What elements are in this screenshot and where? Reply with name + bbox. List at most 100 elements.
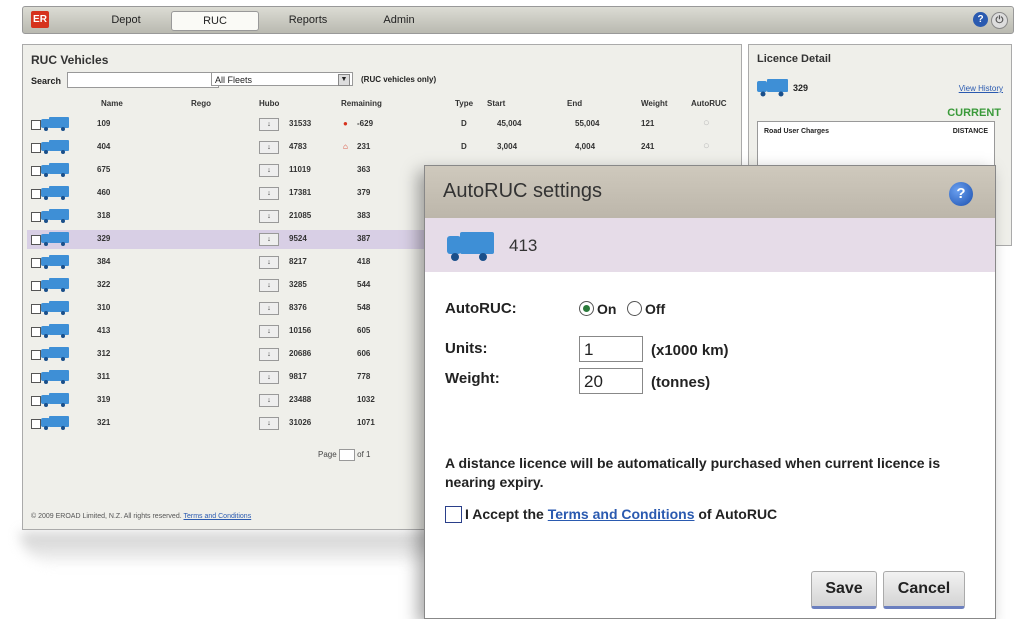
hubo-edit-button[interactable]: ↓	[259, 118, 279, 131]
table-row[interactable]: 109 ↓ 31533 ● -629 D 45,004 55,004 121 ○	[27, 115, 737, 134]
col-end[interactable]: End	[567, 99, 582, 108]
autoruc-off-label: Off	[645, 301, 666, 317]
licence-vehicle: 329	[793, 83, 809, 93]
terms-link[interactable]: Terms and Conditions	[548, 506, 695, 522]
hubo-edit-button[interactable]: ↓	[259, 394, 279, 407]
tab-admin[interactable]: Admin	[369, 11, 429, 29]
row-checkbox[interactable]	[31, 235, 41, 245]
col-name[interactable]: Name	[101, 99, 123, 108]
truck-icon	[41, 140, 69, 154]
truck-icon	[41, 163, 69, 177]
cell-name: 404	[97, 142, 111, 151]
hubo-edit-button[interactable]: ↓	[259, 325, 279, 338]
hubo-edit-button[interactable]: ↓	[259, 348, 279, 361]
weight-unit: (tonnes)	[651, 374, 711, 391]
col-hubo[interactable]: Hubo	[259, 99, 279, 108]
autoruc-label: AutoRUC:	[445, 300, 517, 317]
hubo-edit-button[interactable]: ↓	[259, 210, 279, 223]
table-row[interactable]: 404 ↓ 4783 ⌂ 231 D 3,004 4,004 241 ○	[27, 138, 737, 157]
hubo-edit-button[interactable]: ↓	[259, 417, 279, 430]
hubo-edit-button[interactable]: ↓	[259, 164, 279, 177]
cell-hubo: 31026	[289, 418, 312, 427]
row-checkbox[interactable]	[31, 212, 41, 222]
accept-terms-label: I Accept the Terms and Conditions of Aut…	[465, 506, 777, 522]
hubo-edit-button[interactable]: ↓	[259, 233, 279, 246]
tab-ruc[interactable]: RUC	[171, 11, 259, 31]
cell-name: 384	[97, 257, 111, 266]
row-checkbox[interactable]	[31, 327, 41, 337]
col-remaining[interactable]: Remaining	[341, 99, 382, 108]
filter-label: (RUC vehicles only)	[361, 75, 437, 84]
cell-hubo: 11019	[289, 165, 311, 174]
hubo-edit-button[interactable]: ↓	[259, 187, 279, 200]
col-type[interactable]: Type	[455, 99, 473, 108]
save-button[interactable]: Save	[811, 571, 877, 609]
fleet-select[interactable]: All Fleets ▼	[211, 72, 353, 86]
tab-depot[interactable]: Depot	[91, 11, 161, 29]
hubo-edit-button[interactable]: ↓	[259, 371, 279, 384]
row-checkbox[interactable]	[31, 281, 41, 291]
row-checkbox[interactable]	[31, 143, 41, 153]
tab-reports[interactable]: Reports	[273, 11, 343, 29]
accept-prefix: I Accept the	[465, 506, 548, 522]
footer: © 2009 EROAD Limited, N.Z. All rights re…	[31, 513, 251, 520]
search-label: Search	[31, 76, 62, 86]
truck-icon	[41, 324, 69, 338]
row-checkbox[interactable]	[31, 304, 41, 314]
cell-remaining: 387	[357, 234, 371, 243]
cell-name: 109	[97, 119, 111, 128]
truck-icon	[41, 117, 69, 131]
row-checkbox[interactable]	[31, 166, 41, 176]
autoruc-on-radio[interactable]	[579, 301, 594, 316]
weight-input[interactable]: 20	[579, 368, 643, 394]
top-nav-bar: ER Depot RUC Reports Admin ? ⏻	[22, 6, 1014, 34]
search-input[interactable]	[67, 72, 219, 88]
dialog-vehicle-row: 413	[425, 218, 995, 272]
hubo-edit-button[interactable]: ↓	[259, 279, 279, 292]
cell-hubo: 10156	[289, 326, 312, 335]
cell-remaining: 1032	[357, 395, 375, 404]
autoruc-status-icon: ○	[703, 117, 710, 129]
col-rego[interactable]: Rego	[191, 99, 211, 108]
col-autoruc[interactable]: AutoRUC	[691, 99, 727, 108]
row-checkbox[interactable]	[31, 120, 41, 130]
cell-hubo: 9524	[289, 234, 307, 243]
col-start[interactable]: Start	[487, 99, 505, 108]
cell-remaining: -629	[357, 119, 374, 128]
cell-hubo: 17381	[289, 188, 312, 197]
cell-remaining: 383	[357, 211, 371, 220]
cell-remaining: 548	[357, 303, 371, 312]
cancel-button[interactable]: Cancel	[883, 571, 965, 609]
truck-icon	[41, 255, 69, 269]
row-checkbox[interactable]	[31, 258, 41, 268]
cell-name: 460	[97, 188, 111, 197]
view-history-link[interactable]: View History	[959, 84, 1003, 93]
help-icon[interactable]: ?	[949, 182, 973, 206]
accept-terms-checkbox[interactable]	[445, 506, 462, 523]
weight-label: Weight:	[445, 370, 500, 387]
units-input[interactable]: 1	[579, 336, 643, 362]
power-icon[interactable]: ⏻	[991, 12, 1008, 29]
col-weight[interactable]: Weight	[641, 99, 668, 108]
hubo-edit-button[interactable]: ↓	[259, 141, 279, 154]
row-checkbox[interactable]	[31, 373, 41, 383]
cell-remaining: 379	[357, 188, 371, 197]
cell-hubo: 9817	[289, 372, 307, 381]
row-checkbox[interactable]	[31, 396, 41, 406]
row-checkbox[interactable]	[31, 419, 41, 429]
row-checkbox[interactable]	[31, 189, 41, 199]
footer-terms-link[interactable]: Terms and Conditions	[184, 513, 252, 520]
hubo-edit-button[interactable]: ↓	[259, 302, 279, 315]
cell-hubo: 4783	[289, 142, 307, 151]
hubo-edit-button[interactable]: ↓	[259, 256, 279, 269]
cell-remaining: 606	[357, 349, 371, 358]
help-icon[interactable]: ?	[973, 12, 988, 27]
row-checkbox[interactable]	[31, 350, 41, 360]
cell-hubo: 8376	[289, 303, 307, 312]
page-input[interactable]	[338, 449, 355, 461]
autoruc-settings-dialog: AutoRUC settings ? 413 AutoRUC: On Off U…	[424, 165, 996, 619]
cell-start: 45,004	[497, 119, 522, 128]
autoruc-off-radio[interactable]	[627, 301, 642, 316]
panel-shadow	[20, 532, 440, 562]
pager-label: Page	[318, 450, 337, 460]
